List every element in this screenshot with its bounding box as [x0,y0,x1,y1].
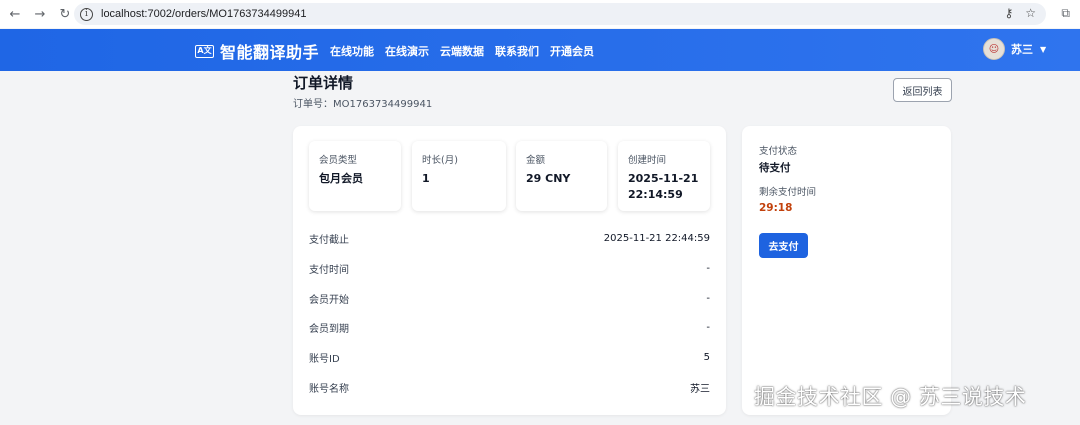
detail-list: 支付截止 2025-11-21 22:44:59 支付时间 - 会员开始 - 会… [309,224,710,402]
detail-label: 会员开始 [309,294,349,306]
stat-created-time: 创建时间 2025-11-21 22:14:59 [618,141,710,211]
password-key-icon[interactable]: ⚷ [1004,6,1013,20]
site-info-icon[interactable]: i [80,7,93,21]
detail-label: 支付截止 [309,235,349,247]
app-header: A文 智能翻译助手 在线功能 在线演示 云端数据 联系我们 开通会员 ☺ 苏三 … [0,29,1080,71]
forward-arrow-icon[interactable]: → [29,3,51,25]
detail-row-account-id: 账号ID 5 [309,343,710,373]
stat-value: 包月会员 [319,172,363,185]
payment-status-label: 支付状态 [759,146,798,157]
chevron-down-icon[interactable]: ▼ [1040,45,1046,54]
url-text[interactable]: localhost:7002/orders/MO1763734499941 [101,8,306,20]
stat-value: 2025-11-21 22:14:59 [628,171,700,203]
created-time: 22:14:59 [628,188,683,201]
stat-duration: 时长(月) 1 [412,141,506,211]
detail-value: 5 [703,352,710,364]
browser-toolbar: ← → ↻ i localhost:7002/orders/MO17637344… [0,0,1080,28]
stat-value: 29 CNY [526,172,571,185]
detail-row-membership-end: 会员到期 - [309,313,710,343]
stat-label: 金额 [526,155,546,166]
stat-label: 会员类型 [319,155,358,166]
nav-membership[interactable]: 开通会员 [550,43,594,59]
stat-label: 创建时间 [628,155,667,166]
bookmark-star-icon[interactable]: ☆ [1025,6,1036,20]
back-to-list-button[interactable]: 返回列表 [893,78,952,102]
detail-label: 支付时间 [309,265,349,277]
detail-label: 会员到期 [309,324,349,336]
nav-online-features[interactable]: 在线功能 [330,43,374,59]
remaining-time-label: 剩余支付时间 [759,187,817,198]
detail-value: - [706,292,710,304]
order-number: 订单号：MO1763734499941 [293,99,433,110]
nav-online-demo[interactable]: 在线演示 [385,43,429,59]
detail-row-membership-start: 会员开始 - [309,283,710,313]
user-menu[interactable]: ☺ 苏三 ▼ [983,38,1046,60]
watermark: 掘金技术社区 @ 苏三说技术 [754,385,1027,409]
detail-label: 账号ID [309,354,340,366]
reload-icon[interactable]: ↻ [54,3,76,25]
detail-value: - [706,322,710,334]
detail-row-payment-deadline: 支付截止 2025-11-21 22:44:59 [309,224,710,254]
detail-value: - [706,263,710,275]
stat-amount: 金额 29 CNY [516,141,607,211]
remaining-time-value: 29:18 [759,202,793,214]
avatar[interactable]: ☺ [983,38,1005,60]
stat-membership-type: 会员类型 包月会员 [309,141,401,211]
main-nav: 在线功能 在线演示 云端数据 联系我们 开通会员 [330,43,594,59]
payment-status-value: 待支付 [759,162,791,174]
payment-status-card: 支付状态 待支付 剩余支付时间 29:18 去支付 [742,126,951,415]
logo-text: 智能翻译助手 [220,43,320,62]
address-bar[interactable]: i localhost:7002/orders/MO1763734499941 … [74,3,1046,25]
detail-label: 账号名称 [309,383,349,395]
user-name[interactable]: 苏三 [1011,41,1033,57]
stat-label: 时长(月) [422,155,458,166]
pay-button[interactable]: 去支付 [759,233,808,258]
detail-row-payment-time: 支付时间 - [309,254,710,284]
detail-value: 苏三 [690,383,710,395]
back-arrow-icon[interactable]: ← [4,3,26,25]
extensions-icon[interactable]: ⧉ [1061,6,1070,21]
page-title: 订单详情 [293,74,354,92]
detail-row-account-name: 账号名称 苏三 [309,372,710,402]
logo[interactable]: A文 智能翻译助手 [195,39,319,63]
translate-logo-icon: A文 [195,44,214,58]
nav-cloud-data[interactable]: 云端数据 [440,43,484,59]
stat-value: 1 [422,172,430,185]
detail-value: 2025-11-21 22:44:59 [603,233,710,245]
created-date: 2025-11-21 [628,172,699,185]
order-details-card: 会员类型 包月会员 时长(月) 1 金额 29 CNY 创建时间 2025-11… [293,126,726,415]
nav-contact-us[interactable]: 联系我们 [495,43,539,59]
